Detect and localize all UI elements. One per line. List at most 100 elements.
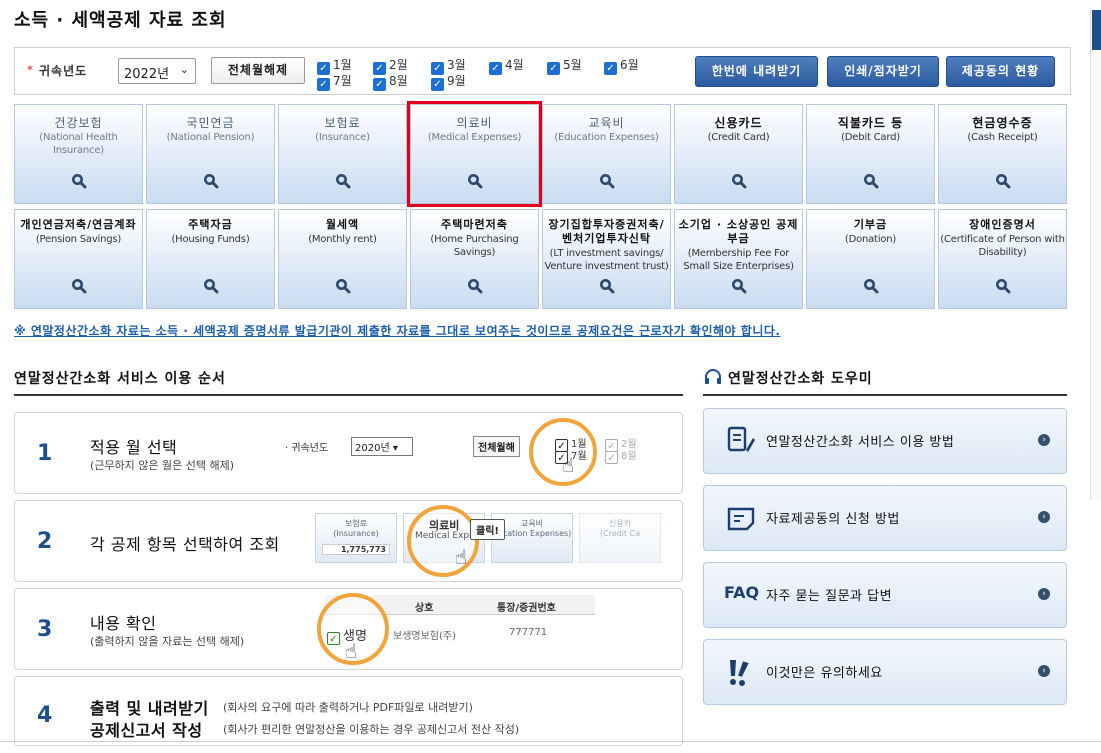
- category-tile[interactable]: 건강보험 (National Health Insurance): [14, 104, 143, 204]
- arrow-right-icon: ›: [1038, 588, 1050, 600]
- step-subtitle: (회사의 요구에 따라 출력하거나 PDF파일로 내려받기): [223, 701, 473, 714]
- checkbox-checked-icon: ✓: [431, 78, 444, 91]
- category-label-en: (Monthly rent): [308, 234, 377, 245]
- category-tile[interactable]: 직불카드 등 (Debit Card): [806, 104, 935, 204]
- category-tile[interactable]: 의료비 (Medical Expenses): [407, 101, 542, 207]
- hand-cursor-icon: ☝: [455, 545, 468, 569]
- year-select[interactable]: 2022년 ⌄: [118, 58, 196, 84]
- category-label-en: (LT investment savings/ Venture investme…: [544, 248, 669, 272]
- arrow-right-icon: ›: [1038, 511, 1050, 523]
- year-select-value: 2022년: [124, 67, 170, 82]
- category-tile[interactable]: 보험료 (Insurance): [278, 104, 407, 204]
- clear-all-months-button[interactable]: 전체월해제: [211, 57, 305, 84]
- helper-usage-guide[interactable]: 연말정산간소화 서비스 이용 방법 ›: [703, 408, 1067, 474]
- category-label-en: (Certificate of Person with Disability): [940, 234, 1065, 258]
- category-tile[interactable]: 월세액 (Monthly rent): [278, 209, 407, 309]
- search-icon: [995, 278, 1011, 294]
- category-label-en: (National Pension): [166, 132, 255, 143]
- step-number: 1: [37, 441, 53, 466]
- category-label-en: (Housing Funds): [171, 234, 250, 245]
- notice-text[interactable]: ※ 연말정산간소화 자료는 소득 · 세액공제 증명서류 발급기관이 제출한 자…: [14, 322, 780, 339]
- headset-icon: [705, 369, 721, 384]
- search-icon: [599, 278, 615, 294]
- month-checkbox-4[interactable]: ✓ 4월: [489, 56, 524, 75]
- steps-section-title: 연말정산간소화 서비스 이용 순서: [14, 371, 226, 387]
- category-label: 주택마련저축: [441, 218, 508, 231]
- category-tile[interactable]: 국민연금 (National Pension): [146, 104, 275, 204]
- category-tile[interactable]: 기부금 (Donation): [806, 209, 935, 309]
- search-icon: [995, 173, 1011, 189]
- step-subtitle-2: (회사가 편리한 연말정산을 이용하는 경우 공제신고서 전산 작성): [223, 723, 520, 736]
- vertical-scrollbar[interactable]: [1090, 10, 1101, 500]
- document-pen-icon: [727, 426, 755, 452]
- helper-faq[interactable]: FAQ 자주 묻는 질문과 답변 ›: [703, 562, 1067, 628]
- category-label: 직불카드 등: [837, 116, 904, 130]
- helper-label: 연말정산간소화 서비스 이용 방법: [766, 435, 955, 450]
- sharing-consent-status-button[interactable]: 제공동의 현황: [946, 56, 1055, 87]
- category-label: 현금영수증: [972, 116, 1033, 130]
- bottom-divider: [0, 741, 1101, 742]
- category-label: 신용카드: [714, 116, 763, 130]
- category-label: 장기집합투자증권저축/벤처기업투자신탁: [548, 218, 665, 245]
- month-checkbox-6[interactable]: ✓ 6월: [604, 56, 639, 75]
- step-subtitle: (근무하지 않은 월은 선택 해제): [90, 459, 235, 472]
- category-label: 기부금: [853, 218, 888, 231]
- scrollbar-thumb[interactable]: [1092, 10, 1101, 50]
- steps-divider: [14, 394, 683, 396]
- search-icon: [863, 173, 879, 189]
- exclamation-icon: [730, 660, 749, 686]
- category-label: 국민연금: [186, 116, 235, 130]
- illus-click-callout: 클릭!: [470, 519, 505, 540]
- print-braille-button[interactable]: 인쇄/점자받기: [827, 56, 939, 87]
- category-tile[interactable]: 교육비 (Education Expenses): [542, 104, 671, 204]
- checkbox-checked-icon: ✓: [547, 62, 560, 75]
- step-title: 적용 월 선택: [90, 438, 178, 457]
- category-label-en: (Membership Fee For Small Size Enterpris…: [683, 248, 794, 272]
- faq-icon: FAQ: [724, 583, 760, 602]
- category-tile[interactable]: 신용카드 (Credit Card): [674, 104, 803, 204]
- category-tile[interactable]: 개인연금저축/연금계좌 (Pension Savings): [14, 209, 143, 309]
- category-label: 장애인증명서: [969, 218, 1036, 231]
- hand-cursor-icon: ☝: [562, 453, 575, 477]
- helper-section-title: 연말정산간소화 도우미: [728, 371, 873, 387]
- category-tile[interactable]: 주택마련저축 (Home Purchasing Savings): [410, 209, 539, 309]
- step-title: 내용 확인: [90, 614, 157, 633]
- category-label-en: (Home Purchasing Savings): [430, 234, 519, 258]
- chevron-down-icon: ⌄: [179, 63, 189, 76]
- category-tile[interactable]: 장기집합투자증권저축/벤처기업투자신탁 (LT investment saving…: [542, 209, 671, 309]
- category-label: 교육비: [588, 116, 625, 130]
- step-3-card: 3 내용 확인 (출력하지 않을 자료는 선택 해제) 상호 통장/증권번호 보…: [14, 588, 683, 670]
- step-number: 3: [37, 617, 53, 642]
- required-star-icon: *: [27, 63, 33, 77]
- helper-label: 자료제공동의 신청 방법: [766, 512, 900, 527]
- category-label-en: (National Health Insurance): [39, 132, 118, 156]
- category-tile[interactable]: 주택자금 (Housing Funds): [146, 209, 275, 309]
- month-checkbox-9[interactable]: ✓ 9월: [431, 72, 466, 91]
- search-icon: [467, 278, 483, 294]
- category-tile[interactable]: 현금영수증 (Cash Receipt): [938, 104, 1067, 204]
- search-icon: [203, 278, 219, 294]
- month-checkbox-7[interactable]: ✓ 7월: [317, 72, 352, 91]
- category-tile[interactable]: 소기업 · 소상공인 공제부금 (Membership Fee For Small…: [674, 209, 803, 309]
- page-root: 소득 · 세액공제 자료 조회 * 귀속년도 2022년 ⌄ 전체월해제 ✓ 1월…: [0, 0, 1101, 753]
- category-label-en: (Education Expenses): [554, 132, 659, 143]
- category-label-en: (Cash Receipt): [967, 132, 1038, 143]
- month-checkbox-5[interactable]: ✓ 5월: [547, 56, 582, 75]
- helper-caution[interactable]: 이것만은 유의하세요 ›: [703, 639, 1067, 705]
- illus-year-label: · 귀속년도: [285, 443, 329, 454]
- month-checkbox-8[interactable]: ✓ 8월: [373, 72, 408, 91]
- category-tile[interactable]: 장애인증명서 (Certificate of Person with Disabi…: [938, 209, 1067, 309]
- search-icon: [599, 173, 615, 189]
- helper-divider: [703, 394, 1067, 396]
- illus-highlight-ring: [407, 505, 479, 577]
- category-label: 주택자금: [188, 218, 233, 231]
- arrow-right-icon: ›: [1038, 434, 1050, 446]
- category-label-en: (Insurance): [315, 132, 370, 143]
- hand-cursor-icon: ☝: [345, 639, 358, 663]
- checkbox-checked-icon: ✓: [604, 62, 617, 75]
- step-title: 출력 및 내려받기: [90, 699, 209, 718]
- search-icon: [863, 278, 879, 294]
- search-icon: [731, 278, 747, 294]
- download-all-button[interactable]: 한번에 내려받기: [695, 56, 818, 87]
- helper-consent-guide[interactable]: 자료제공동의 신청 방법 ›: [703, 485, 1067, 551]
